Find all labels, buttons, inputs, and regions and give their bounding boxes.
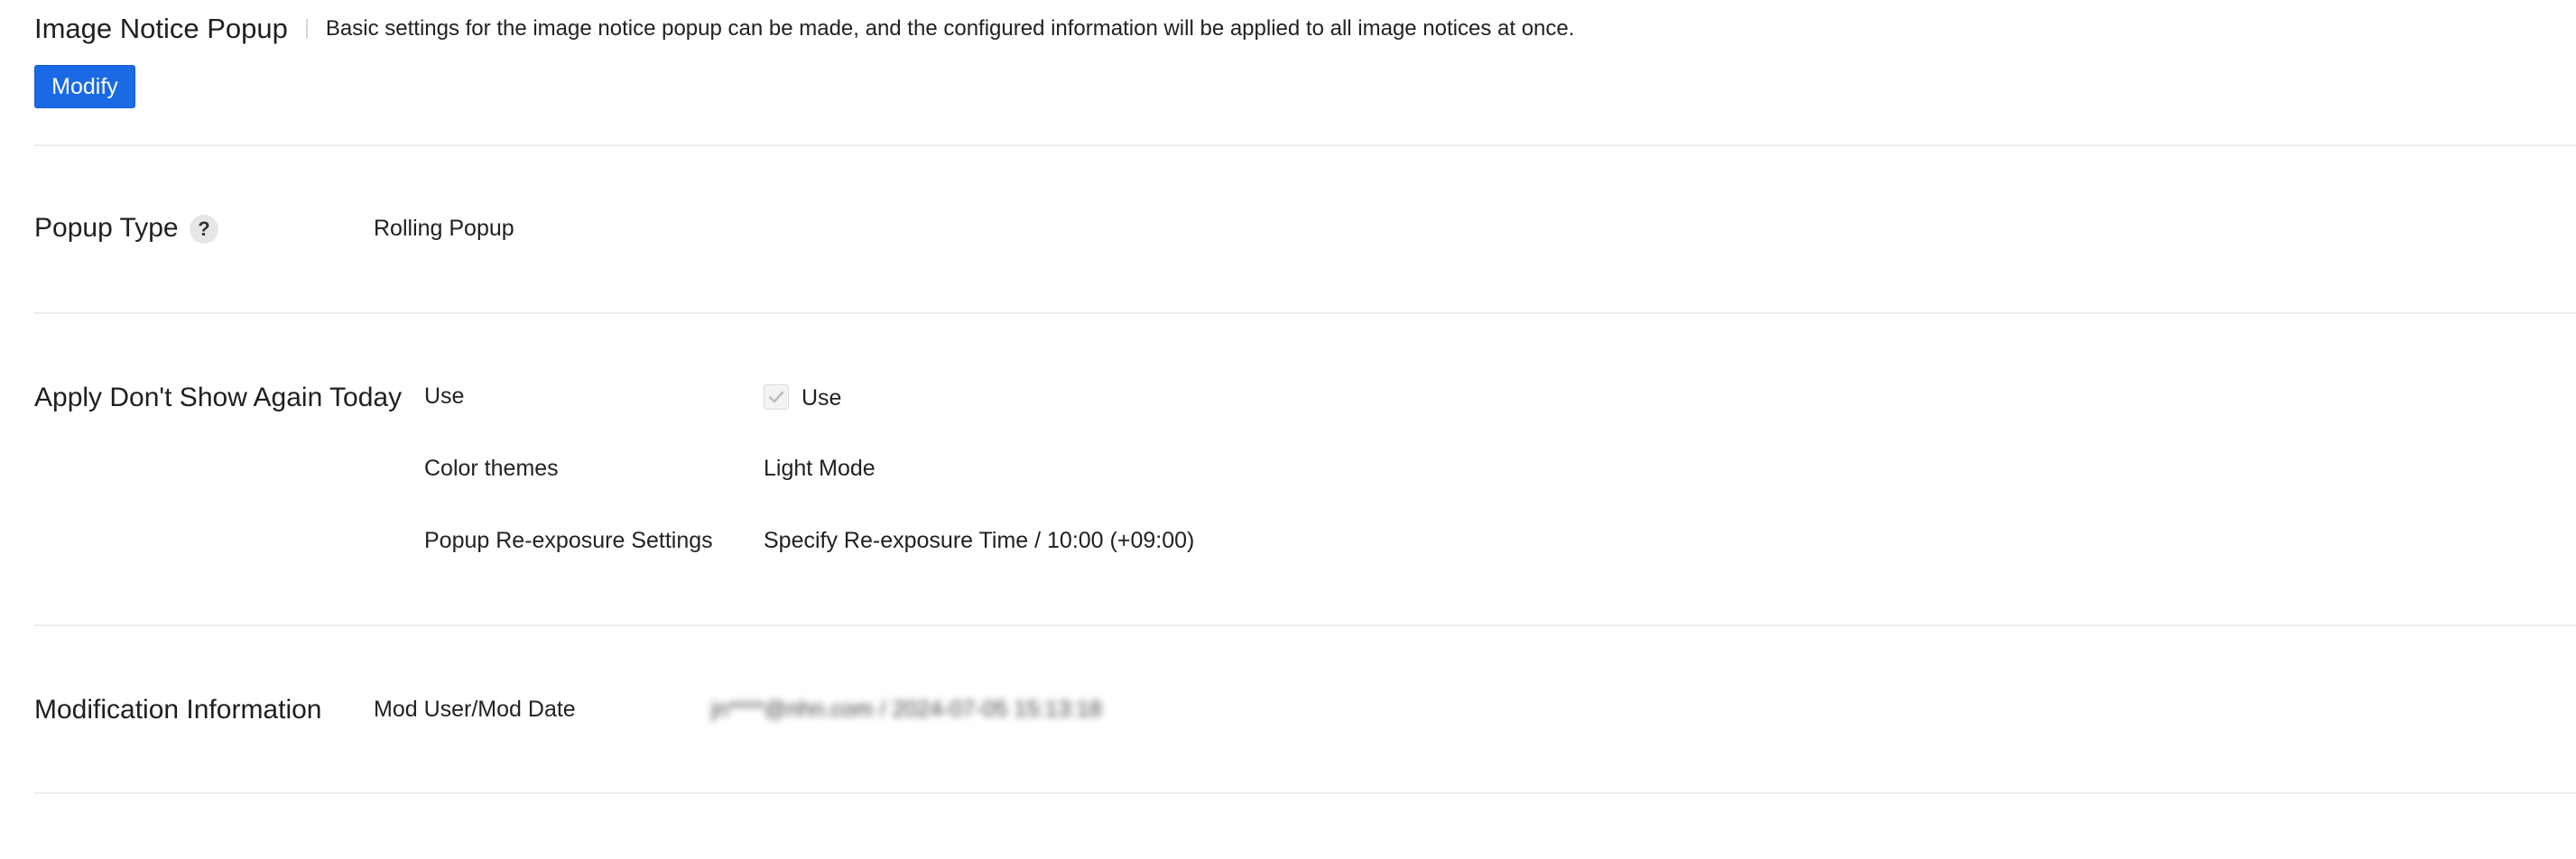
use-label: Use: [424, 383, 465, 409]
popup-type-title: Popup Type: [34, 213, 179, 243]
color-themes-label: Color themes: [424, 456, 559, 481]
reexposure-label: Popup Re-exposure Settings: [424, 528, 713, 553]
mod-user-date-value: jn****@nhn.com / 2024-07-05 15:13:18: [711, 697, 1102, 722]
section-divider: [34, 144, 2576, 146]
section-divider: [34, 792, 2576, 794]
section-divider: [34, 624, 2576, 626]
use-checkbox[interactable]: [764, 384, 789, 410]
reexposure-value: Specify Re-exposure Time / 10:00 (+09:00…: [764, 528, 1195, 553]
question-mark-icon[interactable]: ?: [190, 215, 218, 244]
page-title: Image Notice Popup: [34, 13, 288, 44]
popup-type-value: Rolling Popup: [374, 216, 514, 241]
checkmark-icon: [768, 391, 784, 403]
page-description: Basic settings for the image notice popu…: [325, 16, 1575, 41]
mod-user-date-label: Mod User/Mod Date: [374, 697, 576, 722]
modification-title: Modification Information: [34, 695, 322, 725]
use-checkbox-label[interactable]: Use: [802, 385, 841, 411]
color-themes-value: Light Mode: [764, 456, 876, 481]
page-header: Image Notice Popup Basic settings for th…: [34, 13, 1574, 45]
modify-button[interactable]: Modify: [34, 65, 135, 108]
section-divider: [34, 312, 2576, 314]
dont-show-again-title: Apply Don't Show Again Today: [34, 383, 403, 412]
title-divider: [305, 19, 308, 39]
